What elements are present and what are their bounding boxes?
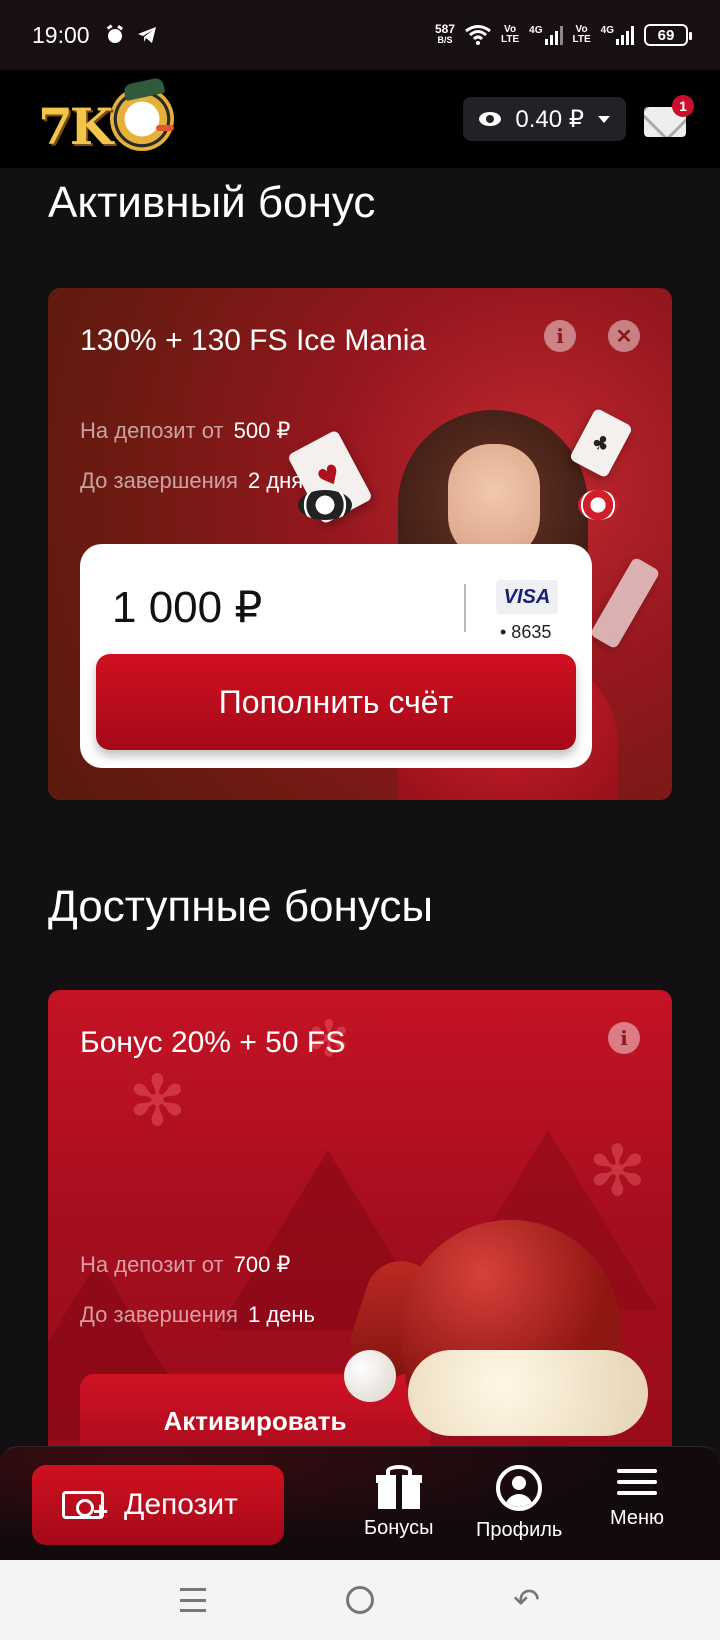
- status-bar: 19:00 587 B/S Vo LTE 4G Vo LTE 4G 69: [0, 0, 720, 70]
- bonus-title: Бонус 20% + 50 FS: [80, 1026, 346, 1059]
- money-add-icon: [62, 1491, 108, 1524]
- nav-bonuses-label: Бонусы: [364, 1517, 434, 1539]
- nav-profile[interactable]: Профиль: [476, 1465, 562, 1542]
- bonus-title: 130% + 130 FS Ice Mania: [80, 324, 427, 357]
- home-icon[interactable]: [345, 1586, 374, 1614]
- signal-icon-2: 4G: [601, 25, 634, 45]
- nav-bonuses[interactable]: Бонусы: [364, 1465, 433, 1540]
- app-header: 7K 0.40 ₽ 1: [0, 70, 720, 168]
- available-bonus-card: ✻ ✻ ✻ Бонус 20% + 50 FS i На депозит от 7…: [48, 990, 672, 1450]
- logo-text: 7K: [38, 97, 113, 156]
- logo[interactable]: 7K: [38, 77, 174, 159]
- divider: [464, 584, 466, 632]
- active-bonus-title: Активный бонус: [48, 178, 376, 227]
- nav-menu-label: Меню: [610, 1507, 665, 1529]
- recent-apps-icon[interactable]: [179, 1588, 206, 1612]
- nav-profile-label: Профиль: [476, 1519, 563, 1541]
- available-bonuses-title: Доступные бонусы: [48, 882, 433, 931]
- expiry-row: До завершения 1 день: [80, 1302, 315, 1327]
- balance-value: 0.40 ₽: [515, 105, 584, 133]
- visa-icon[interactable]: VISA: [496, 580, 558, 614]
- battery-icon: 69: [644, 24, 692, 46]
- status-time: 19:00: [32, 21, 90, 48]
- top-up-button[interactable]: Пополнить счёт: [96, 654, 576, 750]
- deposit-label: Депозит: [124, 1488, 238, 1521]
- deposit-min-row: На депозит от 500 ₽: [80, 418, 291, 443]
- bottom-nav: Депозит Бонусы Профиль Меню: [0, 1446, 720, 1560]
- net-speed: 587 B/S: [434, 22, 455, 45]
- profile-icon: [496, 1465, 543, 1511]
- mail-button[interactable]: 1: [644, 95, 694, 137]
- info-icon[interactable]: i: [608, 1022, 640, 1054]
- menu-icon: [617, 1465, 658, 1499]
- logo-nose: [156, 125, 174, 131]
- gift-icon: [375, 1465, 422, 1509]
- wifi-icon: [465, 25, 491, 45]
- chip-illustration: [298, 490, 352, 520]
- deposit-min-row: На депозит от 700 ₽: [80, 1252, 291, 1277]
- signal-icon-1: 4G: [529, 25, 563, 45]
- santa-hat-illustration: [341, 1200, 648, 1440]
- system-nav-bar: ↶: [0, 1560, 720, 1640]
- balance-selector[interactable]: 0.40 ₽: [463, 97, 626, 141]
- card-number[interactable]: • 8635: [500, 622, 551, 643]
- deposit-button[interactable]: Депозит: [32, 1465, 284, 1545]
- deposit-form: 1 000 ₽ VISA • 8635 Пополнить счёт: [80, 544, 592, 768]
- alarm-icon: [106, 24, 123, 43]
- volte-icon-2: Vo LTE: [572, 24, 591, 45]
- back-icon[interactable]: ↶: [513, 1581, 540, 1619]
- amount-input[interactable]: 1 000 ₽: [112, 582, 262, 633]
- telegram-icon: [137, 27, 156, 43]
- eye-icon[interactable]: [479, 112, 502, 126]
- info-icon[interactable]: i: [544, 320, 576, 352]
- mail-badge: 1: [672, 95, 694, 117]
- chevron-down-icon: [598, 115, 610, 123]
- close-icon[interactable]: ✕: [608, 320, 640, 352]
- chip-illustration-2: [578, 490, 618, 520]
- volte-icon: Vo LTE: [501, 24, 520, 45]
- nav-menu[interactable]: Меню: [610, 1465, 664, 1530]
- active-bonus-card: ♥ ♣ 130% + 130 FS Ice Mania i ✕ На депоз…: [48, 288, 672, 800]
- snowflake-icon: ✻: [128, 1060, 187, 1142]
- expiry-row: До завершения 2 дня: [80, 468, 304, 493]
